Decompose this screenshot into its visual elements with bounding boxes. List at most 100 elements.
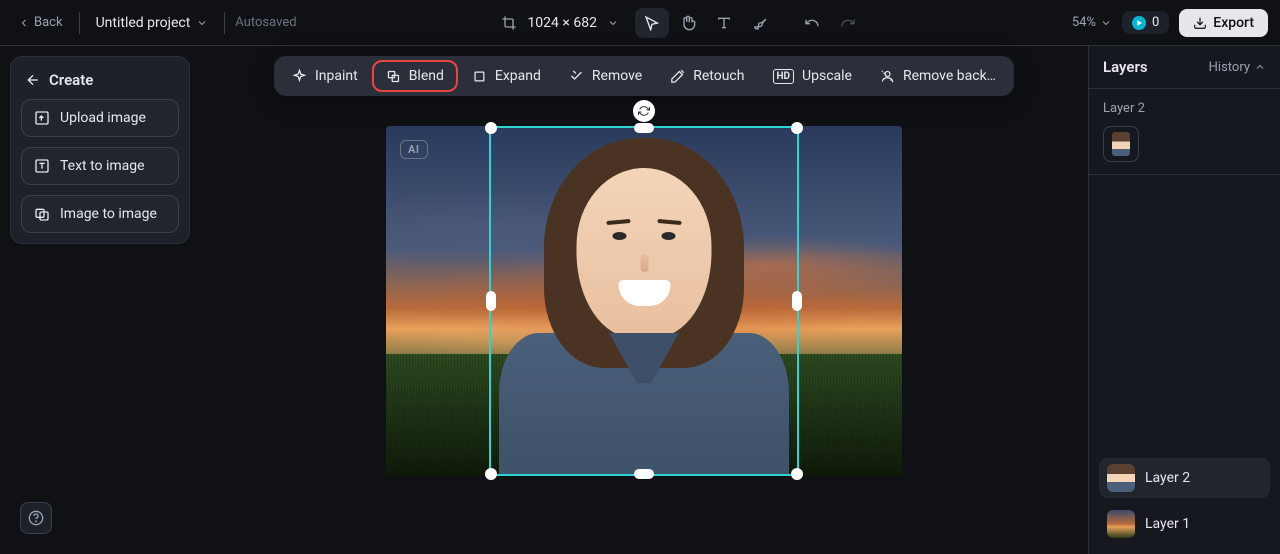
layer-name: Layer 1 (1145, 516, 1190, 532)
hd-icon: HD (772, 69, 794, 84)
back-button[interactable]: Back (12, 11, 69, 34)
rotate-icon (638, 105, 650, 117)
resize-handle-tr[interactable] (791, 122, 803, 134)
upscale-label: Upscale (802, 68, 852, 84)
chevron-down-icon (607, 17, 619, 29)
blend-button[interactable]: Blend (374, 62, 456, 90)
left-panel: Create Upload image Text to image Image … (0, 46, 200, 554)
chevron-up-icon (1254, 61, 1266, 73)
separator (224, 12, 225, 34)
credits-value: 0 (1152, 15, 1159, 30)
resize-handle-top[interactable] (634, 123, 654, 133)
upload-image-label: Upload image (60, 110, 146, 126)
layers-title: Layers (1103, 58, 1148, 76)
undo-button[interactable] (795, 8, 829, 38)
context-toolbar: Inpaint Blend Expand Remove Retouch HD U… (274, 56, 1014, 96)
history-toggle[interactable]: History (1209, 60, 1266, 75)
thumbnail-image (1112, 132, 1130, 156)
selection-box[interactable] (489, 126, 799, 476)
upload-image-button[interactable]: Upload image (21, 99, 179, 137)
crop-icon (501, 15, 517, 31)
create-header: Create (21, 67, 179, 89)
remove-label: Remove (592, 68, 642, 84)
remove-button[interactable]: Remove (557, 62, 654, 90)
current-layer-thumbnail[interactable] (1103, 126, 1139, 162)
main-area: Create Upload image Text to image Image … (0, 46, 1280, 554)
canvas-dimensions[interactable]: 1024 × 682 (501, 15, 619, 31)
layers-header: Layers History (1089, 46, 1280, 89)
retouch-icon (670, 69, 685, 84)
resize-handle-left[interactable] (486, 291, 496, 311)
credits-icon (1132, 16, 1146, 30)
chevron-down-icon (196, 17, 208, 29)
credits-button[interactable]: 0 (1122, 11, 1169, 34)
text-to-image-icon (34, 158, 50, 174)
project-name-dropdown[interactable]: Untitled project (90, 11, 215, 35)
layers-list: Layer 2 Layer 1 (1089, 448, 1280, 554)
redo-icon (840, 15, 856, 31)
layer-row-1[interactable]: Layer 1 (1099, 504, 1270, 544)
chevron-left-icon (18, 17, 30, 29)
download-icon (1193, 16, 1207, 30)
canvas-area[interactable]: Inpaint Blend Expand Remove Retouch HD U… (200, 46, 1088, 554)
retouch-button[interactable]: Retouch (658, 62, 756, 90)
right-panel: Layers History Layer 2 Layer 2 Layer 1 (1088, 46, 1280, 554)
expand-button[interactable]: Expand (460, 62, 553, 90)
back-label: Back (34, 15, 63, 30)
retouch-label: Retouch (693, 68, 744, 84)
text-tool[interactable] (707, 8, 741, 38)
image-to-image-icon (34, 206, 50, 222)
panel-spacer (1089, 174, 1280, 448)
resize-handle-br[interactable] (791, 468, 803, 480)
resize-handle-right[interactable] (792, 291, 802, 311)
remove-bg-label: Remove back… (903, 68, 996, 84)
separator (79, 12, 80, 34)
zoom-control[interactable]: 54% (1072, 15, 1112, 30)
blend-label: Blend (409, 68, 444, 84)
layer-thumbnail (1107, 464, 1135, 492)
inpaint-icon (292, 69, 307, 84)
expand-icon (472, 69, 487, 84)
history-label: History (1209, 60, 1250, 75)
image-to-image-button[interactable]: Image to image (21, 195, 179, 233)
help-icon (28, 510, 44, 526)
export-button[interactable]: Export (1179, 9, 1268, 37)
expand-label: Expand (495, 68, 541, 84)
text-to-image-button[interactable]: Text to image (21, 147, 179, 185)
current-layer-name: Layer 2 (1103, 101, 1266, 116)
help-button[interactable] (20, 502, 52, 534)
blend-icon (386, 69, 401, 84)
rotate-handle[interactable] (633, 100, 655, 122)
remove-bg-icon (880, 69, 895, 84)
create-title: Create (49, 71, 93, 89)
image-to-image-label: Image to image (60, 206, 157, 222)
resize-handle-tl[interactable] (485, 122, 497, 134)
resize-handle-bottom[interactable] (634, 469, 654, 479)
layer-thumbnail (1107, 510, 1135, 538)
upload-icon (34, 110, 50, 126)
dimensions-value: 1024 × 682 (527, 15, 597, 31)
inpaint-button[interactable]: Inpaint (280, 62, 370, 90)
resize-handle-bl[interactable] (485, 468, 497, 480)
undo-icon (804, 15, 820, 31)
create-panel: Create Upload image Text to image Image … (10, 56, 190, 244)
layer-name: Layer 2 (1145, 470, 1190, 486)
hand-icon (680, 15, 696, 31)
brush-icon (752, 15, 768, 31)
hand-tool[interactable] (671, 8, 705, 38)
cursor-icon (644, 15, 660, 31)
text-icon (716, 15, 732, 31)
tool-group (633, 6, 779, 40)
inpaint-label: Inpaint (315, 68, 358, 84)
remove-icon (569, 69, 584, 84)
redo-button[interactable] (831, 8, 865, 38)
back-arrow-icon (25, 72, 41, 88)
brush-tool[interactable] (743, 8, 777, 38)
remove-background-button[interactable]: Remove back… (868, 62, 1008, 90)
zoom-value: 54% (1072, 15, 1096, 30)
current-layer-section: Layer 2 (1089, 89, 1280, 174)
project-name: Untitled project (96, 15, 191, 31)
layer-row-2[interactable]: Layer 2 (1099, 458, 1270, 498)
upscale-button[interactable]: HD Upscale (760, 62, 864, 90)
cursor-tool[interactable] (635, 8, 669, 38)
